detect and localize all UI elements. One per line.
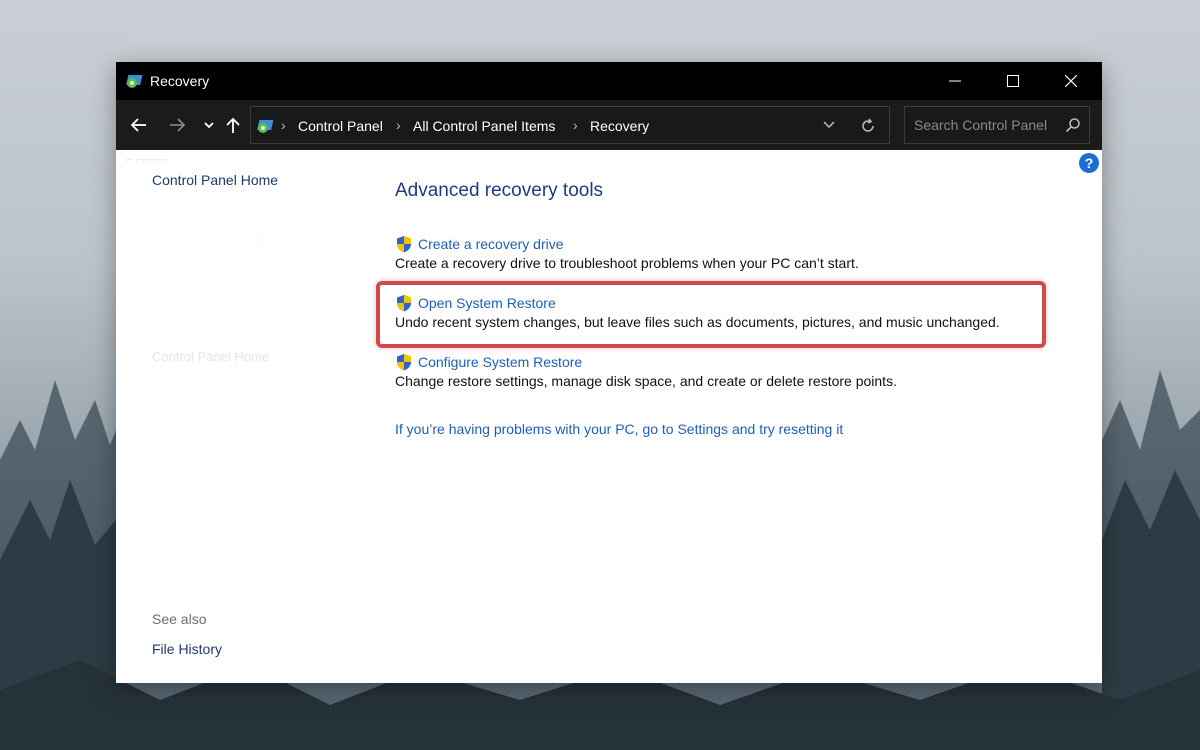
uac-shield-icon (397, 354, 411, 371)
maximize-button[interactable] (984, 62, 1042, 100)
recent-locations-button[interactable] (196, 113, 222, 137)
minimize-button[interactable] (926, 62, 984, 100)
close-button[interactable] (1042, 62, 1100, 100)
content-area: ? ⌐ ⌐⌐⌐⌐⌐ ⁚ Control Panel Home Control P… (116, 150, 1102, 683)
back-button[interactable] (126, 113, 152, 137)
close-icon (1065, 75, 1077, 87)
sidebar-artifact: ⌐ ⌐⌐⌐⌐⌐ (126, 154, 168, 166)
task-description: Create a recovery drive to troubleshoot … (395, 255, 859, 271)
breadcrumb-separator[interactable]: › (573, 117, 578, 133)
task-title[interactable]: Create a recovery drive (418, 236, 564, 252)
sidebar-artifact: ⁚ (256, 232, 260, 246)
chevron-down-icon (204, 122, 214, 129)
recovery-window: Recovery › Control Panel › All Control P… (116, 62, 1102, 683)
create-recovery-drive-link[interactable]: Create a recovery drive (395, 234, 859, 254)
help-icon[interactable]: ? (1079, 153, 1099, 173)
maximize-icon (1007, 75, 1019, 87)
search-icon[interactable] (1065, 117, 1081, 133)
forward-button[interactable] (164, 113, 190, 137)
breadcrumb-separator[interactable]: › (396, 117, 401, 133)
up-arrow-icon (226, 117, 240, 133)
highlight-box (376, 281, 1046, 348)
refresh-icon (862, 118, 874, 132)
see-also-label: See also (152, 611, 207, 627)
control-panel-icon (126, 72, 146, 90)
task-configure-system-restore: Configure System Restore Change restore … (395, 352, 897, 389)
uac-shield-icon (397, 236, 411, 253)
minimize-icon (949, 80, 961, 82)
breadcrumb-control-panel[interactable]: Control Panel (298, 118, 383, 134)
breadcrumb-all-items[interactable]: All Control Panel Items (413, 118, 555, 134)
sidebar-ghost-link: Control Panel Home (152, 349, 270, 364)
chevron-down-icon (823, 121, 835, 129)
refresh-button[interactable] (857, 115, 879, 137)
forward-arrow-icon (170, 118, 185, 132)
task-description: Change restore settings, manage disk spa… (395, 373, 897, 389)
task-create-recovery-drive: Create a recovery drive Create a recover… (395, 234, 859, 271)
up-button[interactable] (220, 113, 246, 137)
page-heading: Advanced recovery tools (395, 180, 604, 201)
control-panel-home-link[interactable]: Control Panel Home (152, 172, 278, 188)
breadcrumb-recovery[interactable]: Recovery (590, 118, 649, 134)
task-title[interactable]: Configure System Restore (418, 354, 582, 370)
address-dropdown-button[interactable] (819, 115, 839, 135)
back-arrow-icon (131, 118, 146, 132)
window-title: Recovery (150, 73, 210, 89)
breadcrumb-separator[interactable]: › (281, 117, 286, 133)
file-history-link[interactable]: File History (152, 641, 222, 657)
title-bar: Recovery (116, 62, 1102, 100)
address-bar[interactable]: › Control Panel › All Control Panel Item… (250, 106, 890, 144)
search-box[interactable] (904, 106, 1090, 144)
reset-pc-link[interactable]: If you’re having problems with your PC, … (395, 421, 843, 437)
configure-system-restore-link[interactable]: Configure System Restore (395, 352, 897, 372)
navigation-bar: › Control Panel › All Control Panel Item… (116, 100, 1102, 150)
control-panel-icon (257, 117, 277, 135)
search-input[interactable] (905, 107, 1061, 143)
